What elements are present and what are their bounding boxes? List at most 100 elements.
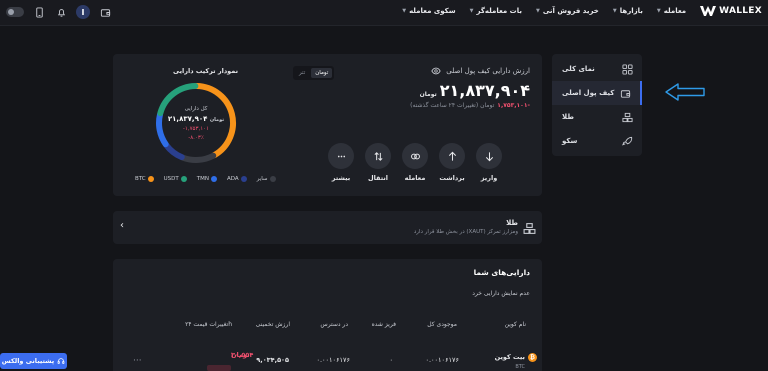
withdraw-label: برداشت xyxy=(439,174,465,182)
chevron-down-icon: ▼ xyxy=(656,8,661,14)
cell-total: ۰.۰۰۱۰۶۱۷۶ xyxy=(425,356,460,364)
headset-icon xyxy=(57,358,65,364)
total-label: کل دارایی xyxy=(184,105,208,112)
balance: ۲۱,۸۳۷,۹۰۴ تومان xyxy=(420,81,530,100)
legend-label: USDT xyxy=(163,176,179,182)
table-row[interactable]: ₿ بیت کوین BTC ۰.۰۰۱۰۶۱۷۶ ۰ ۰.۰۰۱۰۶۱۷۶ ۹… xyxy=(113,351,542,371)
menu-bot[interactable]: بات معامله‌گر ▼ xyxy=(470,7,522,15)
legend-item-btc: BTC xyxy=(135,176,154,182)
chevron-down-icon: ▼ xyxy=(535,8,540,14)
change-value: -۱,۷۵۳,۱۰۱ xyxy=(497,102,530,109)
composition-title: نمودار ترکیب دارایی xyxy=(173,67,239,75)
transfer-button[interactable]: انتقال xyxy=(365,143,391,182)
sidebar: نمای کلی کیف پول اصلی طلا سکو xyxy=(552,54,642,156)
wallet-title-text: ارزش دارایی کیف پول اصلی xyxy=(446,67,530,75)
total-change: -۱,۷۵۳,۱۰۱ xyxy=(182,125,210,132)
balance-change: -۱,۷۵۳,۱۰۱ تومان (تغییرات ۲۴ ساعت گذشته) xyxy=(410,102,530,109)
col-estimated: ارزش تخمینی xyxy=(255,321,290,328)
gold-bars-icon xyxy=(622,112,633,123)
menu-markets[interactable]: بازارها ▼ xyxy=(613,7,643,15)
tab-toman[interactable]: تومان xyxy=(311,68,333,78)
col-change: تغییرات قیمت ۲۴h xyxy=(185,321,232,328)
col-frozen: فریز شده xyxy=(371,321,396,328)
theme-toggle[interactable] xyxy=(6,7,24,17)
mobile-icon[interactable] xyxy=(32,5,46,19)
wallex-logo[interactable]: WALLEX xyxy=(700,6,762,16)
menu-instant[interactable]: خرید فروش آنی ▼ xyxy=(536,7,599,15)
menu-trade-label: معامله xyxy=(663,7,687,15)
wallet-summary-card: ارزش دارایی کیف پول اصلی تتر تومان ۲۱,۸۳… xyxy=(113,54,542,196)
arrow-down-icon xyxy=(476,143,502,169)
logo-text: WALLEX xyxy=(719,6,762,16)
assets-card: دارایی‌های شما عدم نمایش دارایی خرد نام … xyxy=(113,259,542,371)
sidebar-item-platform[interactable]: سکو xyxy=(552,129,642,153)
cell-change-unit: تومان xyxy=(231,351,250,359)
total-value-unit: تومان xyxy=(209,116,225,123)
transfer-label: انتقال xyxy=(367,174,389,182)
trade-button[interactable]: معامله xyxy=(402,143,428,182)
wallet-title: ارزش دارایی کیف پول اصلی xyxy=(431,66,530,76)
coin-symbol: BTC xyxy=(515,364,525,370)
sidebar-item-label: کیف پول اصلی xyxy=(562,89,615,97)
balance-unit: تومان xyxy=(419,91,437,98)
sidebar-item-label: سکو xyxy=(562,137,578,145)
sidebar-item-main-wallet[interactable]: کیف پول اصلی xyxy=(552,81,642,105)
gold-title: طلا xyxy=(506,219,518,227)
deposit-button[interactable]: واریز xyxy=(476,143,502,182)
currency-tabs: تتر تومان xyxy=(293,66,335,80)
menu-platform[interactable]: سکوی معامله ▼ xyxy=(402,7,455,15)
support-label: پشتیبانی والکس xyxy=(1,357,55,365)
row-more-icon[interactable]: ··· xyxy=(133,356,142,366)
menu-trade[interactable]: معامله ▼ xyxy=(657,7,686,15)
menu-markets-label: بازارها xyxy=(619,7,643,15)
annotation-arrow-icon xyxy=(665,83,705,101)
legend-item-other: سایر xyxy=(257,176,276,182)
col-available: در دسترس xyxy=(320,321,348,328)
legend-label: BTC xyxy=(135,176,146,182)
gold-banner[interactable]: طلا ومزارز تمرکز (XAUT) در بخش طلا قرار … xyxy=(113,211,542,244)
menu-platform-label: سکوی معامله xyxy=(409,7,456,15)
more-button[interactable]: بیشتر xyxy=(328,143,354,182)
eye-icon[interactable] xyxy=(431,66,441,76)
cell-available: ۰.۰۰۱۰۶۱۷۶ xyxy=(316,356,351,364)
total-value: ۲۱,۸۳۷,۹۰۴ تومان xyxy=(168,115,224,123)
legend-label: ADA xyxy=(227,176,239,182)
change-label: تومان (تغییرات ۲۴ ساعت گذشته) xyxy=(410,102,495,109)
legend-item-tmn: TMN xyxy=(197,176,218,182)
bell-icon[interactable] xyxy=(54,5,68,19)
balance-value: ۲۱,۸۳۷,۹۰۴ xyxy=(439,81,530,100)
sidebar-item-gold[interactable]: طلا xyxy=(552,105,642,129)
wallet-icon[interactable] xyxy=(98,5,112,19)
legend-dot xyxy=(269,176,276,182)
legend-dot xyxy=(211,176,218,182)
more-icon xyxy=(328,143,354,169)
wallex-logo-mark-icon xyxy=(700,6,717,16)
hide-small-assets-toggle[interactable]: عدم نمایش دارایی خرد xyxy=(472,290,530,297)
menu-instant-label: خرید فروش آنی xyxy=(542,7,599,15)
tab-usdt[interactable]: تتر xyxy=(295,68,309,78)
wallet-actions: واریز برداشت معامله انتقال بیشتر xyxy=(328,143,502,182)
bitcoin-icon: ₿ xyxy=(528,353,537,362)
avatar[interactable]: I xyxy=(76,5,90,19)
legend-item-usdt: USDT xyxy=(164,176,187,182)
main-menu: WALLEX معامله ▼ بازارها ▼ خرید فروش آنی ▼ ب… xyxy=(402,6,762,16)
total-value-number: ۲۱,۸۳۷,۹۰۴ xyxy=(167,114,208,123)
gold-description: ومزارز تمرکز (XAUT) در بخش طلا قرار دارد xyxy=(413,229,518,235)
chevron-down-icon: ▼ xyxy=(469,8,474,14)
legend-dot xyxy=(240,176,247,182)
more-label: بیشتر xyxy=(331,174,351,182)
support-button[interactable]: پشتیبانی والکس xyxy=(0,353,67,369)
withdraw-button[interactable]: برداشت xyxy=(439,143,465,182)
composition-legend: BTC USDT TMN ADA سایر xyxy=(135,176,276,182)
cell-frozen: ۰ xyxy=(389,356,394,364)
gold-bars-icon xyxy=(523,223,536,234)
grid-icon xyxy=(622,63,633,75)
sidebar-item-label: نمای کلی xyxy=(562,65,595,73)
wallet-icon xyxy=(620,88,631,99)
exchange-icon xyxy=(402,143,428,169)
legend-dot xyxy=(180,176,187,182)
col-total: موجودی کل xyxy=(427,321,457,328)
sidebar-item-overview[interactable]: نمای کلی xyxy=(552,57,642,81)
chevron-down-icon: ▼ xyxy=(612,8,617,14)
transfer-icon xyxy=(365,143,391,169)
